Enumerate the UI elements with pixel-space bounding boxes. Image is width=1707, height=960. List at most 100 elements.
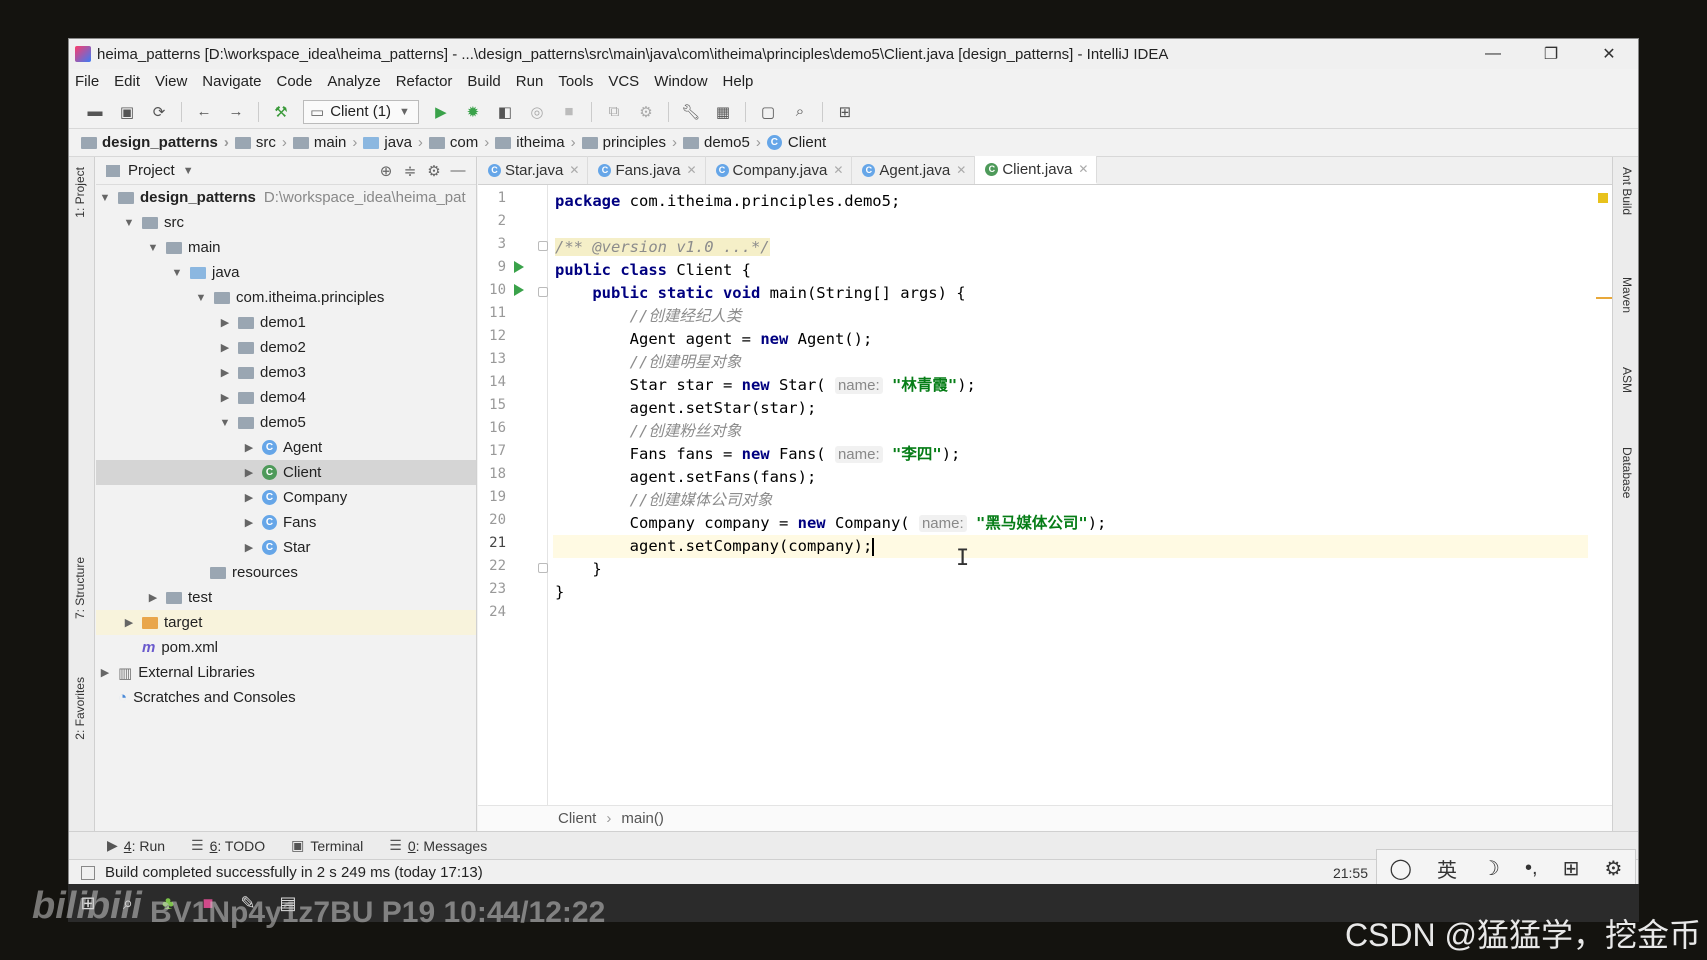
ime-logo-icon[interactable]: ◯ bbox=[1390, 856, 1412, 881]
fold-icon[interactable] bbox=[538, 287, 548, 297]
coverage-icon[interactable]: ◧ bbox=[496, 103, 514, 121]
tree-item[interactable]: ▶ test bbox=[96, 585, 476, 610]
menu-build[interactable]: Build bbox=[467, 73, 500, 90]
sync-icon[interactable]: ⟳ bbox=[150, 103, 168, 121]
status-toggle-icon[interactable] bbox=[81, 865, 95, 880]
folded-doc-comment[interactable]: /** @version v1.0 ...*/ bbox=[555, 238, 770, 256]
chevron-right-icon[interactable]: ▶ bbox=[242, 491, 256, 504]
chevron-right-icon[interactable]: ▶ bbox=[218, 316, 232, 329]
chevron-right-icon[interactable]: ▶ bbox=[146, 591, 160, 604]
menu-window[interactable]: Window bbox=[654, 73, 707, 90]
build-hammer-icon[interactable]: ⚒ bbox=[272, 103, 290, 121]
chevron-right-icon[interactable]: ▶ bbox=[242, 466, 256, 479]
chevron-down-icon[interactable]: ▼ bbox=[183, 165, 194, 177]
ime-settings-icon[interactable]: ⚙ bbox=[1605, 856, 1623, 881]
tree-item[interactable]: ▼ src bbox=[96, 210, 476, 235]
minimize-button[interactable]: — bbox=[1464, 39, 1522, 69]
run-icon[interactable]: ▶ bbox=[432, 103, 450, 121]
tree-item[interactable]: m pom.xml bbox=[96, 635, 476, 660]
inspection-status-icon[interactable] bbox=[1598, 193, 1608, 203]
tree-item[interactable]: ▶ C Agent bbox=[96, 435, 476, 460]
tree-item[interactable]: ▶ C Company bbox=[96, 485, 476, 510]
tree-item[interactable]: ▶ demo4 bbox=[96, 385, 476, 410]
collapse-icon[interactable]: ≑ bbox=[398, 162, 422, 180]
tree-item[interactable]: ▶ demo1 bbox=[96, 310, 476, 335]
menu-tools[interactable]: Tools bbox=[558, 73, 593, 90]
breadcrumb-item[interactable]: java › bbox=[363, 134, 429, 151]
terminal-window-icon[interactable]: ▢ bbox=[759, 103, 777, 121]
structure-tool-tab[interactable]: 7: Structure bbox=[73, 557, 87, 619]
search-icon[interactable]: ⌕ bbox=[791, 103, 809, 121]
tab-agent-java[interactable]: C Agent.java ✕ bbox=[852, 156, 976, 184]
tab-client-java[interactable]: C Client.java ✕ bbox=[975, 156, 1098, 184]
project-tool-tab[interactable]: 1: Project bbox=[73, 167, 87, 218]
tree-item[interactable]: ▶ ▥ External Libraries bbox=[96, 660, 476, 685]
code-area[interactable]: package com.itheima.principles.demo5; /*… bbox=[553, 185, 1588, 805]
tree-item-selected[interactable]: ▶ C Client bbox=[96, 460, 476, 485]
breadcrumb-item[interactable]: itheima › bbox=[495, 134, 581, 151]
tree-item[interactable]: ▶ target bbox=[96, 610, 476, 635]
menu-vcs[interactable]: VCS bbox=[608, 73, 639, 90]
tree-item[interactable]: ▼ demo5 bbox=[96, 410, 476, 435]
run-tool-tab[interactable]: ▶ 4: Run bbox=[107, 837, 165, 854]
ime-keyboard-icon[interactable]: ⊞ bbox=[1563, 856, 1580, 881]
locate-icon[interactable]: ⊕ bbox=[374, 162, 398, 180]
breadcrumb-item[interactable]: design_patterns › bbox=[81, 134, 235, 151]
menu-edit[interactable]: Edit bbox=[114, 73, 140, 90]
ime-moon-icon[interactable]: ☽ bbox=[1482, 856, 1500, 881]
database-tool-tab[interactable]: Database bbox=[1620, 447, 1634, 498]
project-view-select[interactable]: Project bbox=[128, 162, 175, 179]
chevron-right-icon[interactable]: ▶ bbox=[218, 391, 232, 404]
breadcrumb-item[interactable]: main › bbox=[292, 134, 364, 151]
ime-language-toggle[interactable]: 英 bbox=[1437, 854, 1457, 883]
menu-run[interactable]: Run bbox=[516, 73, 544, 90]
chevron-right-icon[interactable]: ▶ bbox=[218, 366, 232, 379]
tab-star-java[interactable]: C Star.java ✕ bbox=[478, 156, 589, 184]
chevron-down-icon[interactable]: ▼ bbox=[146, 242, 160, 254]
messages-tool-tab[interactable]: ☰ 0: Messages bbox=[389, 837, 487, 854]
tree-item[interactable]: ▼ main bbox=[96, 235, 476, 260]
restore-button[interactable]: ❐ bbox=[1522, 39, 1580, 69]
close-icon[interactable]: ✕ bbox=[956, 163, 966, 177]
chevron-right-icon[interactable]: ▶ bbox=[218, 341, 232, 354]
chevron-down-icon[interactable]: ▼ bbox=[122, 217, 136, 229]
breadcrumb-item[interactable]: principles › bbox=[581, 134, 683, 151]
tree-item[interactable]: resources bbox=[96, 560, 476, 585]
breadcrumb-item[interactable]: src › bbox=[234, 134, 293, 151]
tab-fans-java[interactable]: C Fans.java ✕ bbox=[588, 156, 706, 184]
tree-item[interactable]: ▶ demo2 bbox=[96, 335, 476, 360]
breadcrumb-item[interactable]: com › bbox=[428, 134, 495, 151]
close-icon[interactable]: ✕ bbox=[569, 163, 579, 177]
tab-company-java[interactable]: C Company.java ✕ bbox=[706, 156, 853, 184]
tree-item[interactable]: ▶ C Star bbox=[96, 535, 476, 560]
menu-help[interactable]: Help bbox=[723, 73, 754, 90]
tree-item[interactable]: ◔ Scratches and Consoles bbox=[96, 685, 476, 710]
menu-analyze[interactable]: Analyze bbox=[327, 73, 380, 90]
profile-icon[interactable]: ◎ bbox=[528, 103, 546, 121]
chevron-down-icon[interactable]: ▼ bbox=[194, 292, 208, 304]
menu-view[interactable]: View bbox=[155, 73, 187, 90]
settings-wrench-icon[interactable]: 🔧︎ bbox=[681, 103, 700, 121]
debug-icon[interactable]: ✹ bbox=[464, 103, 482, 121]
asm-tool-tab[interactable]: ASM bbox=[1620, 367, 1634, 393]
caret-position[interactable]: 21:55 bbox=[1333, 865, 1368, 881]
tree-item[interactable]: ▼ com.itheima.principles bbox=[96, 285, 476, 310]
hide-icon[interactable]: — bbox=[446, 162, 470, 180]
tree-item[interactable]: ▶ C Fans bbox=[96, 510, 476, 535]
gear-icon[interactable]: ⚙ bbox=[422, 162, 446, 180]
ime-punct-icon[interactable]: •, bbox=[1525, 857, 1538, 880]
project-structure-icon[interactable]: ▦ bbox=[714, 103, 732, 121]
ant-build-tool-tab[interactable]: Ant Build bbox=[1620, 167, 1634, 215]
forward-arrow-icon[interactable]: → bbox=[227, 103, 245, 121]
open-folder-icon[interactable]: ▬ bbox=[86, 103, 104, 121]
menu-code[interactable]: Code bbox=[276, 73, 312, 90]
fold-icon[interactable] bbox=[538, 563, 548, 573]
chevron-down-icon[interactable]: ▼ bbox=[98, 192, 112, 204]
stop-icon[interactable]: ■ bbox=[560, 103, 578, 121]
fold-icon[interactable] bbox=[538, 241, 548, 251]
tree-item[interactable]: ▼ java bbox=[96, 260, 476, 285]
run-configuration-select[interactable]: ▭ Client (1) ▼ bbox=[303, 99, 419, 124]
translate-icon[interactable]: ⊞ bbox=[836, 103, 854, 121]
chevron-right-icon[interactable]: ▶ bbox=[242, 441, 256, 454]
editor-crumb-class[interactable]: Client bbox=[558, 810, 596, 827]
